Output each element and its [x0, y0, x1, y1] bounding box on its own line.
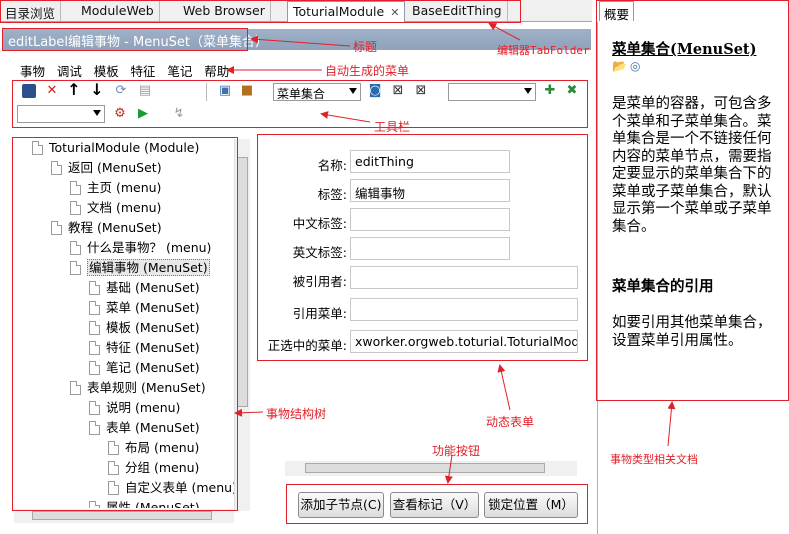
arrow-tabfolder	[488, 23, 521, 41]
annotation-arrows	[226, 23, 676, 484]
arrow-buttons	[444, 454, 453, 484]
arrow-title	[250, 35, 351, 47]
arrow-toolbar	[320, 111, 371, 123]
arrow-form	[497, 364, 511, 411]
arrow-doc	[667, 401, 676, 447]
arrow-tree	[234, 408, 264, 417]
